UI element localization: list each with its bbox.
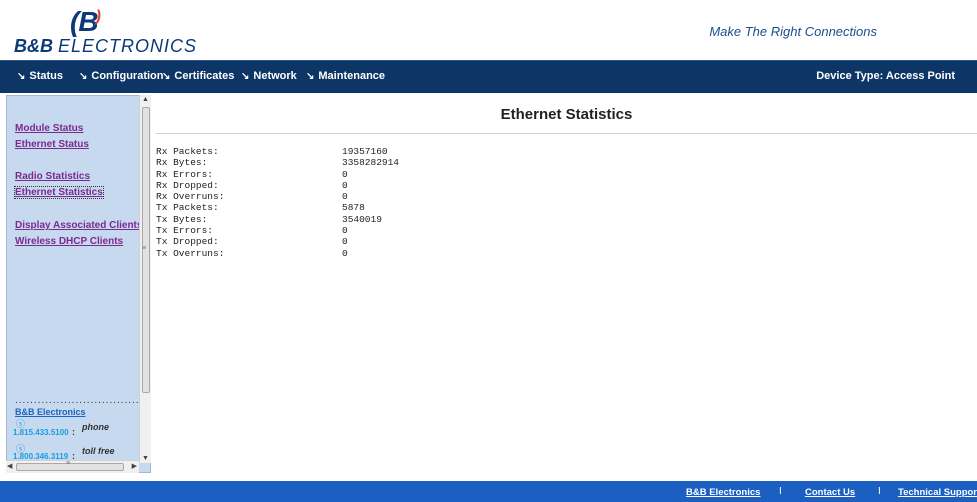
sidebar-item-ethernet-statistics[interactable]: Ethernet Statistics	[14, 186, 104, 199]
footer-link-technical-support[interactable]: Technical Support	[898, 487, 977, 498]
scrollbar-grip-icon: ≡	[142, 245, 147, 252]
stat-row: Rx Errors: 0	[156, 169, 456, 180]
sidebar-item-wireless-dhcp-clients[interactable]: Wireless DHCP Clients	[15, 236, 123, 247]
header: (B) B&B ELECTRONICS Make The Right Conne…	[0, 0, 977, 60]
stat-row: Rx Bytes: 3358282914	[156, 157, 456, 168]
sidebar: Module Status Ethernet Status Radio Stat…	[6, 95, 151, 473]
separator-colon: :	[72, 427, 75, 437]
scroll-left-arrow-icon[interactable]: ◀	[7, 462, 12, 470]
stat-label: Rx Dropped:	[156, 179, 219, 191]
stat-value: 0	[342, 236, 348, 248]
device-type-label: Device Type: Access Point	[816, 70, 955, 82]
stat-label: Tx Packets:	[156, 202, 219, 214]
stat-row: Rx Overruns: 0	[156, 191, 456, 202]
footer-separator: I	[878, 486, 881, 497]
stat-value: 0	[342, 191, 348, 203]
chevron-down-icon: ↘	[241, 71, 250, 82]
stat-value: 0	[342, 179, 348, 191]
stat-row: Tx Bytes: 3540019	[156, 214, 456, 225]
page-title: Ethernet Statistics	[500, 106, 633, 123]
top-nav: ↘ Status ↘ Configuration ↘ Certificates ↘ Ne…	[0, 60, 977, 93]
tollfree-label: toll free	[82, 446, 115, 456]
contact-company-link[interactable]: B&B Electronics	[15, 407, 86, 417]
stat-row: Rx Dropped: 0	[156, 180, 456, 191]
stat-row: Tx Dropped: 0	[156, 236, 456, 247]
footer-link-contact-us[interactable]: Contact Us	[805, 487, 855, 498]
stat-row: Tx Errors: 0	[156, 225, 456, 236]
ethernet-stats-list: Rx Packets: 19357160 Rx Bytes: 3358282914 …	[156, 146, 456, 259]
company-logo[interactable]: (B) B&B ELECTRONICS	[12, 6, 202, 58]
stat-label: Rx Errors:	[156, 168, 214, 180]
scroll-down-arrow-icon[interactable]: ▼	[142, 455, 149, 462]
chevron-down-icon: ↘	[17, 71, 26, 82]
sidebar-item-module-status[interactable]: Module Status	[15, 123, 83, 134]
stat-row: Tx Overruns: 0	[156, 248, 456, 259]
stat-value: 0	[342, 225, 348, 237]
stat-label: Tx Dropped:	[156, 236, 219, 248]
stat-row: Rx Packets: 19357160	[156, 146, 456, 157]
stat-value: 19357160	[342, 146, 388, 157]
chevron-down-icon: ↘	[306, 71, 315, 82]
divider	[156, 133, 977, 134]
divider: .................................	[15, 395, 140, 406]
stat-label: Rx Packets:	[156, 146, 219, 157]
stat-value: 0	[342, 247, 348, 259]
stat-label: Tx Bytes:	[156, 213, 208, 225]
scroll-right-arrow-icon[interactable]: ▶	[132, 462, 137, 470]
chevron-down-icon: ↘	[162, 71, 171, 82]
sidebar-item-radio-statistics[interactable]: Radio Statistics	[15, 171, 90, 182]
tagline: Make The Right Connections	[709, 24, 877, 39]
nav-configuration[interactable]: ↘ Configuration	[79, 70, 164, 82]
stat-value: 3540019	[342, 213, 382, 225]
nav-network[interactable]: ↘ Network	[241, 70, 297, 82]
sidebar-vertical-scrollbar[interactable]: ▲ ≡ ▼	[139, 95, 151, 463]
nav-status[interactable]: ↘ Status	[17, 70, 63, 82]
nav-maintenance[interactable]: ↘ Maintenance	[306, 70, 385, 82]
footer-link-bb-electronics[interactable]: B&B Electronics	[686, 487, 760, 498]
stat-label: Rx Overruns:	[156, 191, 225, 203]
stat-row: Tx Packets: 5878	[156, 202, 456, 213]
footer-separator: I	[779, 486, 782, 497]
chevron-down-icon: ↘	[79, 71, 88, 82]
stat-label: Tx Overruns:	[156, 247, 225, 259]
phone-label: phone	[82, 422, 109, 432]
sidebar-item-ethernet-status[interactable]: Ethernet Status	[15, 139, 89, 150]
stat-label: Rx Bytes:	[156, 157, 208, 169]
stat-label: Tx Errors:	[156, 225, 214, 237]
scroll-up-arrow-icon[interactable]: ▲	[142, 96, 149, 103]
nav-certificates[interactable]: ↘ Certificates	[162, 70, 234, 82]
stat-value: 5878	[342, 202, 365, 214]
footer: B&B Electronics I Contact Us I Technical…	[0, 481, 977, 502]
sidebar-horizontal-scrollbar[interactable]: ◀ ≡ ▶	[6, 460, 139, 473]
stat-value: 0	[342, 168, 348, 180]
scrollbar-grip-icon: ≡	[66, 460, 71, 467]
phone-number[interactable]: 1.815.433.5100	[13, 428, 69, 437]
stat-value: 3358282914	[342, 157, 400, 169]
sidebar-item-display-associated-clients[interactable]: Display Associated Clients	[15, 220, 142, 231]
